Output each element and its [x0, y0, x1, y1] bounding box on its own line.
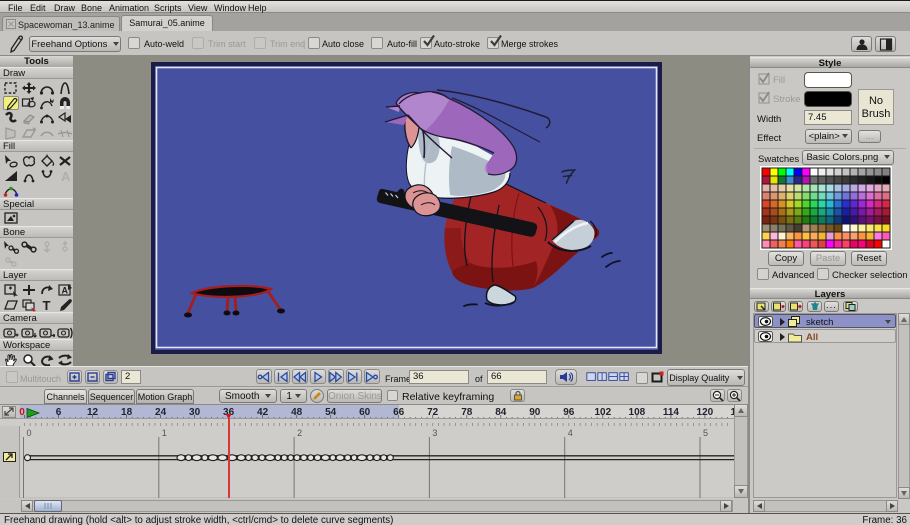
svg-text:84: 84 — [495, 407, 507, 418]
svg-text:66: 66 — [393, 407, 405, 418]
svg-text:5: 5 — [703, 428, 708, 438]
svg-text:96: 96 — [563, 407, 575, 418]
svg-text:A: A — [61, 169, 71, 183]
svg-text:0: 0 — [19, 407, 25, 418]
svg-text:48: 48 — [291, 407, 303, 418]
svg-text:4: 4 — [568, 428, 573, 438]
svg-text:12: 12 — [87, 407, 99, 418]
svg-text:6: 6 — [56, 407, 62, 418]
svg-text:T: T — [43, 298, 51, 312]
svg-text:54: 54 — [325, 407, 337, 418]
svg-text:0: 0 — [27, 428, 32, 438]
svg-text:1: 1 — [162, 428, 167, 438]
svg-text:78: 78 — [461, 407, 473, 418]
svg-text:120: 120 — [697, 407, 714, 418]
svg-text:18: 18 — [121, 407, 133, 418]
svg-text:90: 90 — [529, 407, 541, 418]
svg-text:114: 114 — [663, 407, 680, 418]
svg-text:2: 2 — [297, 428, 302, 438]
svg-text:24: 24 — [155, 407, 167, 418]
svg-text:A: A — [62, 286, 69, 296]
svg-text:42: 42 — [257, 407, 269, 418]
svg-text:60: 60 — [359, 407, 371, 418]
svg-text:30: 30 — [189, 407, 201, 418]
svg-text:72: 72 — [427, 407, 439, 418]
svg-text:102: 102 — [594, 407, 611, 418]
svg-text:3: 3 — [432, 428, 437, 438]
svg-text:108: 108 — [629, 407, 646, 418]
